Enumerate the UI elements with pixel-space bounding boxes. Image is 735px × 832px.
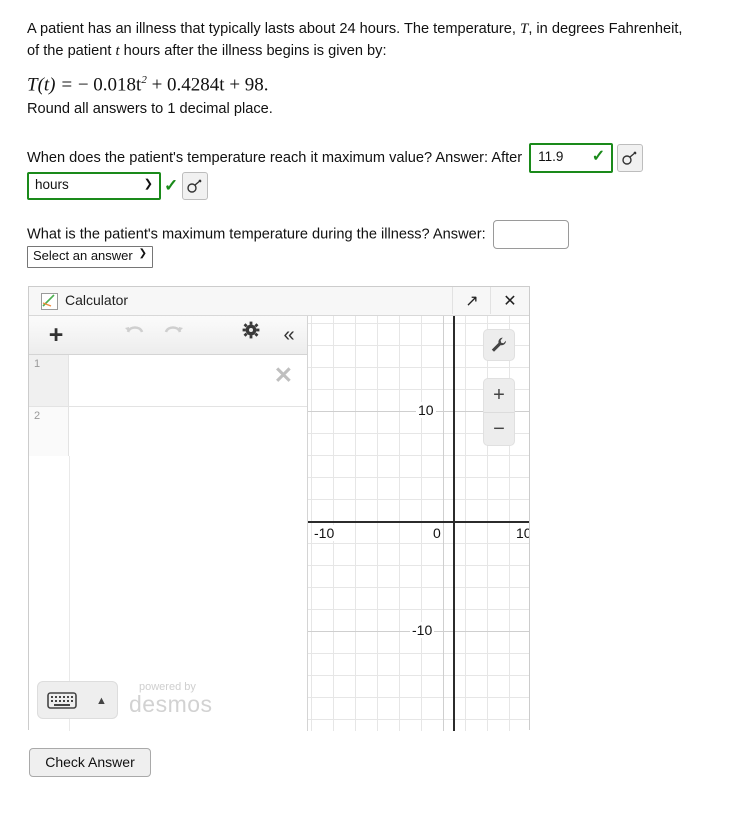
problem-text-part1: A patient has an illness that typically … xyxy=(27,21,520,37)
chevron-down-icon: ❯ xyxy=(143,178,153,190)
grid-line xyxy=(308,323,529,324)
question-2-select-value: Select an answer xyxy=(33,248,133,263)
grid-line xyxy=(311,316,312,731)
expression-number: 2 xyxy=(29,407,69,458)
expression-panel: + « 1 ✕ 2 ▲ powered by desmos xyxy=(29,316,308,731)
expression-number: 1 xyxy=(29,355,69,406)
wrench-icon xyxy=(491,337,506,352)
calculator-expand-button[interactable]: ↗ xyxy=(452,287,491,314)
close-icon: ✕ xyxy=(503,293,517,310)
branding-desmos: desmos xyxy=(129,691,213,717)
grid-line xyxy=(308,719,529,720)
check-icon-unit: ✓ xyxy=(164,176,179,195)
graph-settings-button[interactable] xyxy=(483,329,515,361)
undo-arrow-icon xyxy=(125,326,144,333)
desmos-graph-icon xyxy=(41,293,58,310)
question-1-unit-value: hours xyxy=(35,177,69,192)
key-icon xyxy=(622,151,637,165)
grid-line xyxy=(308,609,529,610)
formula-rhs: − 0.018t xyxy=(77,74,142,96)
graph-pane[interactable]: 10 -10 -10 0 10 + − xyxy=(308,316,529,731)
zoom-out-button[interactable]: − xyxy=(484,413,514,446)
rounding-note: Round all answers to 1 decimal place. xyxy=(27,101,273,117)
grid-line xyxy=(308,499,529,500)
calculator-title: Calculator xyxy=(65,292,129,308)
question-1-key-button[interactable] xyxy=(617,144,644,172)
gear-icon xyxy=(242,321,260,339)
grid-line xyxy=(308,587,529,588)
formula: T(t) = − 0.018t2 + 0.4284t + 98. xyxy=(27,69,687,96)
y-axis-label-neg10: -10 xyxy=(410,622,435,638)
grid-line xyxy=(308,697,529,698)
check-icon: ✓ xyxy=(591,148,606,165)
redo-arrow-icon xyxy=(164,326,183,333)
keyboard-toggle-button[interactable]: ▲ xyxy=(37,681,118,719)
grid-line xyxy=(308,565,529,566)
check-answer-button[interactable]: Check Answer xyxy=(29,748,151,777)
grid-line xyxy=(308,477,529,478)
delete-expression-icon[interactable]: ✕ xyxy=(274,364,293,387)
add-expression-button[interactable]: + xyxy=(41,316,71,354)
grid-line xyxy=(308,543,529,544)
x-axis-label-neg10: -10 xyxy=(312,525,337,541)
collapse-panel-button[interactable]: « xyxy=(275,316,303,354)
calculator-body: + « 1 ✕ 2 ▲ powered by desmos 10 -10 -10… xyxy=(29,316,529,731)
y-axis xyxy=(453,316,455,731)
grid-line xyxy=(308,367,529,368)
grid-line xyxy=(355,316,356,731)
expand-arrow-icon: ↗ xyxy=(465,293,479,310)
question-1-unit-key-button[interactable] xyxy=(182,172,209,200)
expression-row[interactable]: 2 xyxy=(29,407,307,459)
question-2-select[interactable]: Select an answer ❯ xyxy=(27,246,153,268)
chevron-down-icon: ❯ xyxy=(138,248,147,259)
grid-line xyxy=(308,675,529,676)
question-1: When does the patient's temperature reac… xyxy=(27,143,644,173)
grid-line-major xyxy=(443,316,444,731)
settings-button[interactable] xyxy=(237,316,265,354)
expression-toolbar: + « xyxy=(29,316,307,355)
x-axis-label-10: 10 xyxy=(514,525,529,541)
formula-rhs-tail: + 0.4284t + 98. xyxy=(146,74,269,96)
caret-up-icon: ▲ xyxy=(96,695,107,707)
calculator-header: Calculator ↗ ✕ xyxy=(29,287,529,316)
question-1-text: When does the patient's temperature reac… xyxy=(27,150,523,166)
keyboard-row: ▲ powered by desmos xyxy=(29,675,307,731)
question-2-text: What is the patient's maximum temperatur… xyxy=(27,226,486,243)
key-icon xyxy=(187,179,202,193)
redo-button[interactable] xyxy=(159,316,187,354)
grid-line xyxy=(421,316,422,731)
problem-text-part3: hours after the illness begins is given … xyxy=(119,43,387,59)
formula-lhs: T(t) = xyxy=(27,74,78,96)
question-1-unit-row: hours ❯ ✓ xyxy=(27,172,209,200)
grid-line xyxy=(308,455,529,456)
grid-line xyxy=(308,653,529,654)
keyboard-icon xyxy=(47,691,77,714)
zoom-in-button[interactable]: + xyxy=(484,379,514,413)
question-1-answer-input[interactable]: 11.9 ✓ xyxy=(529,143,614,173)
calculator-widget: Calculator ↗ ✕ + « 1 ✕ 2 ▲ powered by de… xyxy=(28,286,530,731)
grid-line xyxy=(399,316,400,731)
grid-line xyxy=(377,316,378,731)
x-axis xyxy=(308,521,529,523)
y-axis-label-10: 10 xyxy=(416,402,436,418)
question-2-answer-input[interactable] xyxy=(492,220,569,249)
exercise-page: A patient has an illness that typically … xyxy=(0,0,735,832)
calculator-close-button[interactable]: ✕ xyxy=(490,287,529,314)
grid-line xyxy=(333,316,334,731)
undo-button[interactable] xyxy=(121,316,149,354)
x-axis-label-0: 0 xyxy=(431,525,443,541)
question-1-answer-value: 11.9 xyxy=(538,149,564,164)
expression-row[interactable]: 1 ✕ xyxy=(29,355,307,407)
question-2: What is the patient's maximum temperatur… xyxy=(27,220,569,249)
grid-line xyxy=(465,316,466,731)
graph-zoom-controls: + − xyxy=(483,378,515,446)
problem-statement: A patient has an illness that typically … xyxy=(27,18,687,96)
question-1-unit-select[interactable]: hours ❯ xyxy=(27,172,161,200)
